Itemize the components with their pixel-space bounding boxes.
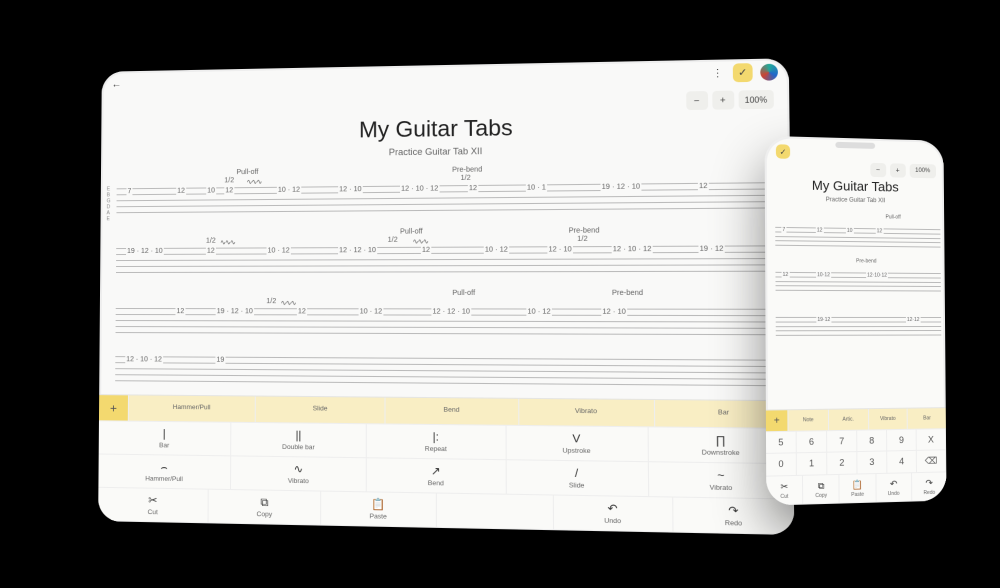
zoom-controls: − + 100% — [765, 158, 944, 178]
avatar[interactable] — [760, 64, 778, 81]
undo-button[interactable]: ↶Undo — [876, 473, 912, 501]
tab-row[interactable]: Pre-bend 12 10·12 12·10·12 — [775, 258, 941, 299]
toolbox-panel: + Note Artic. Vibrato Bar 5 6 7 8 9 X 0 … — [766, 407, 947, 506]
page-subtitle: Practice Guitar Tab XII — [765, 196, 944, 205]
toolbox-category-row: + Note Artic. Vibrato Bar — [766, 408, 946, 432]
paste-button[interactable]: 📋Paste — [840, 474, 876, 502]
backspace-button[interactable]: ⌫ — [917, 450, 946, 472]
mic-icon[interactable]: ⋮ — [712, 67, 723, 79]
tab-row[interactable]: 19·12 12·12 — [776, 303, 942, 344]
redo-icon: ↷ — [675, 504, 792, 519]
add-button[interactable]: + — [99, 395, 129, 420]
num-6[interactable]: 6 — [797, 431, 828, 452]
cut-icon: ✂ — [768, 481, 800, 492]
tool-hammer-pull[interactable]: Hammer/Pull — [129, 395, 256, 422]
num-4[interactable]: 4 — [887, 451, 917, 473]
zoom-in-button[interactable]: + — [712, 91, 734, 110]
paste-icon: 📋 — [324, 498, 434, 512]
copy-button[interactable]: ⧉Copy — [209, 490, 322, 525]
tool-vib[interactable]: ∿Vibrato — [231, 456, 367, 491]
string-labels: EBGDAE — [107, 186, 111, 222]
tab-row[interactable]: 1/2 ∿∿∿ Pull-off Pre-bend 12 19 · 12 · 1… — [115, 290, 783, 347]
tab-row[interactable]: 12 · 10 · 12 19 — [115, 350, 784, 385]
toolbox-panel: + Hammer/Pull Slide Bend Vibrato Bar |Ba… — [98, 394, 794, 535]
annotation-prebend: Pre-bend — [452, 166, 482, 173]
undo-button[interactable]: ↶Undo — [554, 496, 674, 532]
page-title: My Guitar Tabs — [765, 177, 944, 196]
tool-vibrato[interactable]: Vibrato — [519, 399, 655, 427]
tool-vibrato[interactable]: Vibrato — [869, 409, 908, 430]
tool-slide[interactable]: Slide — [256, 397, 386, 424]
tool-bar-single[interactable]: |Bar — [99, 421, 232, 455]
num-2[interactable]: 2 — [827, 452, 857, 474]
num-7[interactable]: 7 — [827, 431, 857, 452]
tablet-device: ← ⋮ ✓ − + 100% My Guitar Tabs Practice G… — [98, 58, 794, 535]
cut-button[interactable]: ✂Cut — [766, 476, 803, 505]
tool-repeat[interactable]: |:Repeat — [367, 424, 506, 459]
zoom-in-button[interactable]: + — [890, 163, 906, 177]
zoom-out-button[interactable]: − — [870, 163, 886, 177]
num-1[interactable]: 1 — [797, 453, 828, 475]
confirm-button[interactable]: ✓ — [733, 63, 753, 82]
tool-hammer[interactable]: ⌢Hammer/Pull — [98, 455, 231, 490]
copy-icon: ⧉ — [211, 496, 319, 510]
zoom-out-button[interactable]: − — [686, 91, 708, 110]
redo-button[interactable]: ↷Redo — [912, 472, 947, 500]
phone-notch — [835, 142, 875, 149]
num-5[interactable]: 5 — [766, 432, 797, 453]
zoom-value[interactable]: 100% — [738, 90, 774, 109]
copy-button[interactable]: ⧉Copy — [803, 475, 840, 504]
undo-icon: ↶ — [556, 502, 670, 517]
paste-button[interactable]: 📋Paste — [321, 492, 436, 527]
num-0[interactable]: 0 — [766, 453, 797, 475]
redo-icon: ↷ — [914, 477, 945, 488]
tool-bend2[interactable]: ↗Bend — [367, 458, 506, 493]
tool-note[interactable]: Note — [788, 410, 828, 431]
annotation-pulloff: Pull-off — [236, 169, 258, 176]
annotation-half: 1/2 — [224, 177, 234, 184]
cut-icon: ✂ — [100, 494, 206, 508]
copy-icon: ⧉ — [805, 480, 837, 491]
undo-icon: ↶ — [878, 478, 909, 489]
num-x[interactable]: X — [917, 429, 946, 450]
paste-icon: 📋 — [842, 479, 873, 490]
tool-double-bar[interactable]: ||Double bar — [231, 423, 367, 457]
confirm-button[interactable]: ✓ — [776, 144, 790, 159]
add-button[interactable]: + — [766, 410, 789, 431]
phone-device: ✓ − + 100% My Guitar Tabs Practice Guita… — [765, 136, 947, 506]
tool-artic[interactable]: Artic. — [829, 409, 869, 430]
num-3[interactable]: 3 — [857, 451, 887, 473]
tool-bend[interactable]: Bend — [386, 398, 519, 425]
tab-row[interactable]: EBGDAE Pull-off 1/2 ∿∿∿ Pre-bend 1/2 7 1… — [116, 163, 781, 224]
tool-bar[interactable]: Bar — [908, 408, 946, 429]
tab-row[interactable]: 1/2 ∿∿∿ Pull-off 1/2 ∿∿∿ Pre-bend 1/2 19… — [116, 226, 783, 284]
tool-upstroke[interactable]: VUpstroke — [506, 426, 649, 461]
back-icon[interactable]: ← — [112, 79, 126, 90]
tool-slide2[interactable]: /Slide — [506, 460, 649, 496]
toolbox-row: ✂Cut ⧉Copy 📋Paste ↶Undo ↷Redo — [766, 472, 946, 505]
num-8[interactable]: 8 — [857, 430, 887, 451]
zoom-value[interactable]: 100% — [909, 164, 936, 179]
cut-button[interactable]: ✂Cut — [98, 488, 209, 523]
num-9[interactable]: 9 — [887, 430, 917, 451]
tab-row[interactable]: Pull-off 7 12 10 12 — [775, 213, 940, 256]
